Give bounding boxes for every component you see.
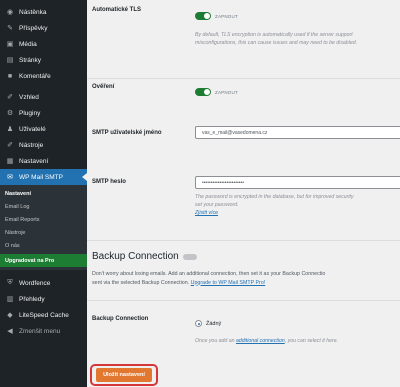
smtp-password-input[interactable]: •••••••••••••••••••••••• [195, 176, 400, 189]
password-desc-2: set your password. [195, 202, 239, 208]
sidebar-submenu: Nastavení Email Log Email Reports Nástroje O… [0, 185, 87, 270]
shield-icon: ⛨ [7, 279, 13, 286]
smtp-username-label: SMTP uživatelské jméno [92, 130, 162, 136]
backup-section-heading: Backup Connection [92, 251, 197, 262]
sidebar-item-label: Nastavení [19, 157, 49, 165]
sidebar-item-dashboard[interactable]: ◉ Nástěnka [0, 4, 87, 20]
submenu-item[interactable]: Email Reports [0, 213, 87, 226]
radio-label: Žádný [206, 320, 222, 327]
submenu-item[interactable]: Nastavení [0, 187, 87, 200]
sidebar-item-pages[interactable]: ▤ Stránky [0, 52, 87, 68]
sidebar-item-label: Pluginy [19, 109, 41, 117]
appearance-icon: ✐ [7, 94, 13, 101]
sidebar-item-plugins[interactable]: ⚙ Pluginy [0, 105, 87, 121]
backup-section-text: Don't worry about losing emails. Add an … [92, 270, 325, 287]
section-title: Backup Connection [92, 251, 179, 262]
sidebar-item-appearance[interactable]: ✐ Vzhled [0, 89, 87, 105]
sidebar-item-pin[interactable]: ✎ Příspěvky [0, 20, 87, 36]
pin-icon: ✎ [7, 25, 13, 32]
sidebar-item-label: Stránky [19, 56, 42, 64]
sidebar-item-label: Nástěnka [19, 8, 47, 16]
plugins-icon: ⚙ [6, 110, 14, 117]
smtp-password-label: SMTP heslo [92, 179, 126, 185]
upgrade-link[interactable]: Upgrade to WP Mail SMTP Pro! [191, 280, 266, 286]
auto-tls-desc-2: misconfigurations, this can cause issues… [195, 40, 358, 46]
users-icon: ♟ [6, 126, 14, 133]
sidebar-item-label: Komentáře [19, 72, 51, 80]
auth-label: Ověření [92, 84, 115, 90]
auth-toggle[interactable]: ZAPNOUT [195, 88, 238, 96]
backup-connection-label: Backup Connection [92, 316, 149, 322]
sidebar-item-media[interactable]: ▣ Média [0, 36, 87, 52]
sidebar-item-wp-mail-smtp[interactable]: ✉ WP Mail SMTP [0, 169, 87, 185]
input-value: vas_e_mail@vasedomena.cz [202, 129, 268, 136]
sidebar-item-label: WP Mail SMTP [19, 173, 63, 181]
sidebar-item-label: Média [19, 40, 37, 48]
sidebar-item-label: Vzhled [19, 93, 39, 101]
sidebar-item-settings[interactable]: ▦ Nastavení [0, 153, 87, 169]
sidebar-item-insights[interactable]: ▥ Přehledy [0, 291, 87, 307]
radio-dot-icon[interactable] [195, 320, 202, 327]
sidebar-item-label: Zmenšit menu [19, 327, 61, 335]
backup-text-2: sent via the selected Backup Connection. [92, 279, 190, 286]
backup-text-1: Don't worry about losing emails. Add an … [92, 271, 326, 277]
submenu-item[interactable]: O nás [0, 239, 87, 252]
sidebar-item-label: Wordfence [19, 279, 51, 287]
submenu-item[interactable]: Email Log [0, 200, 87, 213]
learn-more-link[interactable]: Zjistit více [195, 210, 218, 216]
insights-icon: ▥ [6, 296, 14, 303]
sidebar-item-shield[interactable]: ⛨ Wordfence [0, 275, 87, 291]
submenu-item[interactable]: Upgradovat na Pro [0, 254, 87, 267]
auto-tls-desc-1: By default, TLS encryption is automatica… [195, 32, 353, 38]
backup-none-radio[interactable]: Žádný [195, 320, 221, 327]
divider [87, 78, 400, 79]
toggle-text: ZAPNOUT [215, 13, 238, 19]
settings-panel: Automatické TLS ZAPNOUT By default, TLS … [87, 0, 400, 387]
input-value: •••••••••••••••••••••••• [202, 179, 245, 186]
dashboard-icon: ◉ [6, 9, 14, 16]
sidebar-item-label: Nástroje [19, 141, 44, 149]
cache-icon: ◆ [7, 312, 13, 319]
sidebar-item-users[interactable]: ♟ Uživatelé [0, 121, 87, 137]
sidebar-item-label: Uživatelé [19, 125, 46, 133]
tools-icon: ✐ [7, 142, 13, 149]
mail-icon: ✉ [7, 174, 13, 181]
sidebar-item-cache[interactable]: ◆ LiteSpeed Cache [0, 307, 87, 323]
admin-sidebar: ◉ Nástěnka ✎ Příspěvky ▣ Média ▤ Stránky ■ Koment… [0, 0, 87, 387]
auto-tls-label: Automatické TLS [92, 7, 142, 13]
sidebar-item-collapse[interactable]: ◀ Zmenšit menu [0, 323, 87, 339]
divider [87, 300, 400, 301]
sidebar-item-label: LiteSpeed Cache [19, 311, 69, 319]
toggle-switch[interactable] [195, 88, 211, 96]
toggle-switch[interactable] [195, 12, 211, 20]
pro-badge-icon [182, 253, 197, 260]
comments-icon: ■ [7, 72, 13, 80]
divider [87, 240, 400, 241]
media-icon: ▣ [6, 41, 14, 48]
password-desc-1: The password is encrypted in the databas… [195, 194, 354, 200]
sidebar-item-comments[interactable]: ■ Komentáře [0, 68, 87, 84]
sidebar-item-label: Příspěvky [19, 24, 48, 32]
toggle-text: ZAPNOUT [215, 89, 238, 95]
smtp-username-input[interactable]: vas_e_mail@vasedomena.cz [195, 126, 400, 139]
settings-icon: ▦ [6, 158, 14, 165]
auto-tls-toggle[interactable]: ZAPNOUT [195, 12, 238, 20]
save-button-highlight: Uložit nastavení [90, 364, 158, 386]
sidebar-item-tools[interactable]: ✐ Nástroje [0, 137, 87, 153]
sidebar-item-label: Přehledy [19, 295, 45, 303]
hint-suffix: , you can select it here. [284, 338, 339, 344]
backup-hint: Once you add an additional connection, y… [195, 337, 338, 345]
submenu-item[interactable]: Nástroje [0, 226, 87, 239]
additional-connection-link[interactable]: additional connection [236, 338, 285, 344]
pages-icon: ▤ [6, 57, 14, 64]
hint-prefix: Once you add an [195, 338, 235, 344]
save-settings-button[interactable]: Uložit nastavení [96, 368, 152, 382]
collapse-icon: ◀ [7, 328, 13, 335]
